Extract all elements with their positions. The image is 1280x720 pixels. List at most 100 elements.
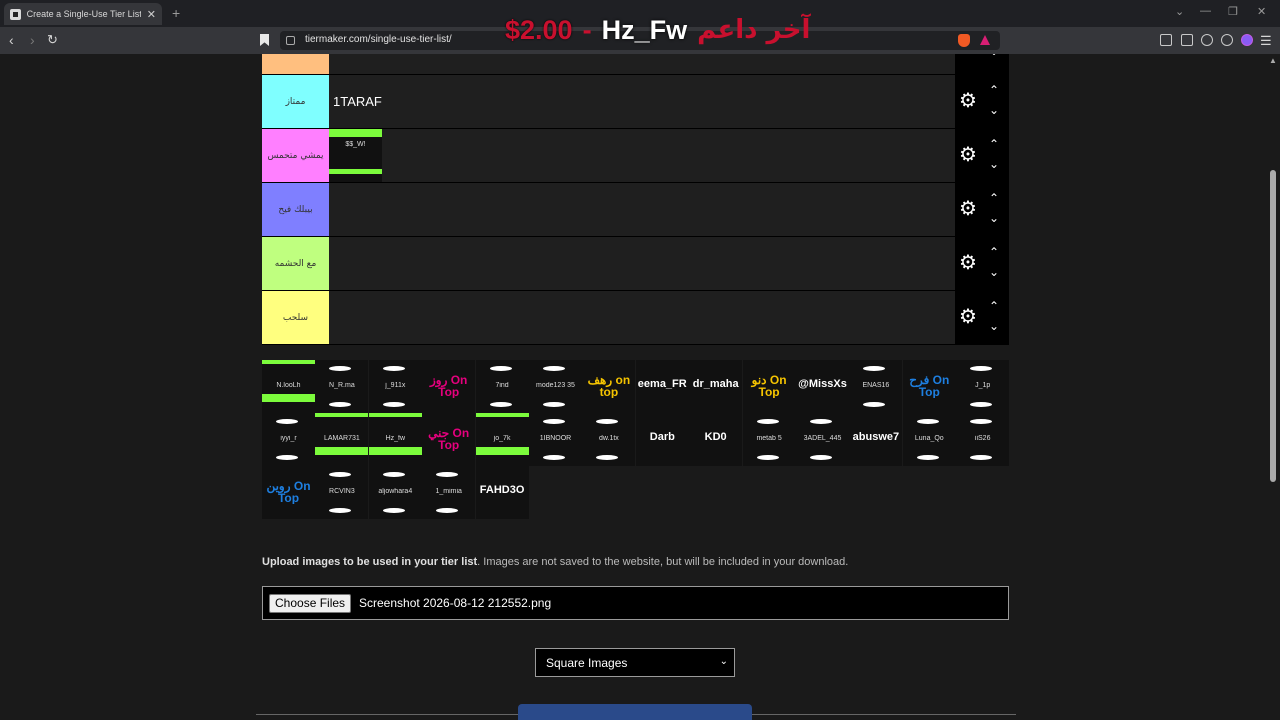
tier-label[interactable]: مع الحشمه — [262, 237, 329, 290]
pool-image-tile[interactable]: 1_mimia — [422, 466, 476, 519]
download-button[interactable] — [518, 704, 752, 720]
pool-image-tile[interactable]: روز On Top — [422, 360, 476, 413]
pool-image-tile[interactable]: dr_maha — [689, 360, 743, 413]
move-tier-up-icon[interactable]: ⌃ — [989, 245, 999, 259]
pool-image-tile[interactable]: j_911x — [368, 360, 422, 413]
image-shape-select[interactable]: Square Images ⌄ — [535, 648, 735, 677]
menu-icon[interactable]: ☰ — [1260, 33, 1272, 49]
tile-name: J_1p — [975, 382, 991, 389]
select-value: Square Images — [546, 656, 628, 670]
url-text[interactable]: tiermaker.com/single-use-tier-list/ — [305, 34, 452, 45]
file-upload-field[interactable]: Choose Files Screenshot 2026-08-12 21255… — [262, 586, 1009, 620]
move-tier-up-icon[interactable]: ⌃ — [989, 83, 999, 97]
pool-image-tile[interactable]: iiS26 — [956, 413, 1010, 466]
tier-drop-zone[interactable] — [329, 237, 955, 290]
tier-settings-gear-icon[interactable]: ⚙ — [959, 145, 977, 165]
green-strip — [315, 447, 369, 455]
tier-image-tile[interactable]: $$_W! — [329, 129, 382, 182]
pool-image-tile[interactable]: LAMAR731 — [315, 413, 369, 466]
forward-button[interactable]: › — [30, 32, 35, 48]
tier-settings-gear-icon[interactable]: ⚙ — [959, 253, 977, 273]
tier-label[interactable] — [262, 54, 329, 74]
pool-image-tile[interactable]: رهف on top — [582, 360, 636, 413]
pool-image-tile[interactable]: N_R.ma — [315, 360, 369, 413]
tier-drop-zone[interactable]: 1TARAF — [329, 75, 955, 128]
restore-button[interactable]: ❐ — [1228, 5, 1238, 18]
pool-image-tile[interactable]: Darb — [635, 413, 689, 466]
new-tab-button[interactable]: + — [172, 5, 180, 21]
bookmark-icon[interactable] — [260, 34, 269, 46]
wallet-icon[interactable] — [1181, 34, 1193, 46]
pool-image-tile[interactable]: dw.1tx — [582, 413, 636, 466]
minimize-button[interactable]: — — [1200, 5, 1211, 17]
tier-settings-gear-icon[interactable]: ⚙ — [959, 307, 977, 327]
site-info-icon[interactable] — [286, 36, 295, 45]
pool-image-tile[interactable]: metab 5 — [742, 413, 796, 466]
move-tier-down-icon[interactable]: ⌄ — [989, 54, 999, 58]
pool-image-tile[interactable]: jo_7k — [475, 413, 529, 466]
page-scrollbar[interactable]: ▲ — [1266, 54, 1280, 720]
tier-drop-zone[interactable] — [329, 183, 955, 236]
pool-image-tile[interactable]: FAHD3O — [475, 466, 529, 519]
pool-image-tile[interactable]: دنو On Top — [742, 360, 796, 413]
scribble-mark — [382, 472, 405, 477]
tab-close-icon[interactable]: ✕ — [147, 8, 156, 21]
move-tier-up-icon[interactable]: ⌃ — [989, 191, 999, 205]
vpn-icon[interactable] — [1221, 34, 1233, 46]
tile-name: ENAS16 — [862, 382, 890, 389]
pool-image-tile[interactable]: 1IBNOOR — [529, 413, 582, 466]
pool-image-tile[interactable]: Hz_fw — [368, 413, 422, 466]
move-tier-down-icon[interactable]: ⌄ — [989, 157, 999, 171]
tier-settings-gear-icon[interactable]: ⚙ — [959, 91, 977, 111]
pool-image-tile[interactable]: @MissXs — [796, 360, 849, 413]
pool-image-tile[interactable]: abuswe7 — [849, 413, 903, 466]
scroll-thumb[interactable] — [1270, 170, 1276, 482]
scribble-mark — [810, 419, 832, 424]
tier-label[interactable]: ممتاز — [262, 75, 329, 128]
pool-image-tile[interactable]: mode123 35 — [529, 360, 582, 413]
scroll-up-icon[interactable]: ▲ — [1269, 56, 1277, 65]
reload-button[interactable]: ↻ — [47, 32, 58, 48]
move-tier-down-icon[interactable]: ⌄ — [989, 319, 999, 333]
move-tier-up-icon[interactable]: ⌃ — [989, 299, 999, 313]
tab-search-icon[interactable]: ⌄ — [1175, 5, 1184, 18]
tile-name: دنو On Top — [751, 374, 787, 398]
pool-image-tile[interactable]: روين On Top — [262, 466, 315, 519]
tier-drop-zone[interactable]: $$_W! — [329, 129, 955, 182]
sidebar-icon[interactable] — [1160, 34, 1172, 46]
pool-image-tile[interactable]: aljowhara4 — [368, 466, 422, 519]
tier-label[interactable]: يمشي متحمس — [262, 129, 329, 182]
pool-image-tile[interactable]: Luna_Qo — [902, 413, 956, 466]
tier-drop-zone[interactable] — [329, 54, 955, 74]
move-tier-down-icon[interactable]: ⌄ — [989, 265, 999, 279]
pool-image-tile[interactable]: KD0 — [689, 413, 743, 466]
back-button[interactable]: ‹ — [9, 32, 14, 48]
tier-label[interactable]: بيبلك فيح — [262, 183, 329, 236]
move-tier-down-icon[interactable]: ⌄ — [989, 103, 999, 117]
leo-ai-icon[interactable] — [1241, 34, 1253, 46]
tier-settings-gear-icon[interactable]: ⚙ — [959, 199, 977, 219]
tier-label[interactable]: سلحب — [262, 291, 329, 344]
extensions-icon[interactable] — [1201, 34, 1213, 46]
pool-image-tile[interactable]: 3ADEL_445 — [796, 413, 849, 466]
brave-shield-icon[interactable] — [958, 34, 970, 47]
choose-files-button[interactable]: Choose Files — [269, 594, 352, 613]
pool-image-tile[interactable]: N.looLh — [262, 360, 315, 413]
tier-text-item[interactable]: 1TARAF — [333, 94, 382, 109]
pool-image-tile[interactable]: جني On Top — [422, 413, 476, 466]
tier-drop-zone[interactable] — [329, 291, 955, 344]
close-window-button[interactable]: ✕ — [1257, 5, 1266, 18]
pool-image-tile[interactable]: 7ind — [475, 360, 529, 413]
pool-image-tile[interactable]: ENAS16 — [849, 360, 903, 413]
move-tier-up-icon[interactable]: ⌃ — [989, 137, 999, 151]
pool-image-tile[interactable]: eema_FRL21 — [635, 360, 689, 413]
pool-image-tile[interactable]: RCVIN3 — [315, 466, 369, 519]
move-tier-down-icon[interactable]: ⌄ — [989, 211, 999, 225]
scribble-mark — [329, 402, 352, 407]
pool-image-tile[interactable]: iyyi_r — [262, 413, 315, 466]
scribble-mark — [916, 455, 939, 460]
pool-image-tile[interactable]: فرح On Top — [902, 360, 956, 413]
pool-image-tile[interactable]: J_1p — [956, 360, 1010, 413]
brave-rewards-icon[interactable] — [980, 35, 990, 45]
browser-tab[interactable]: Create a Single-Use Tier List (Pri ✕ — [4, 3, 162, 25]
